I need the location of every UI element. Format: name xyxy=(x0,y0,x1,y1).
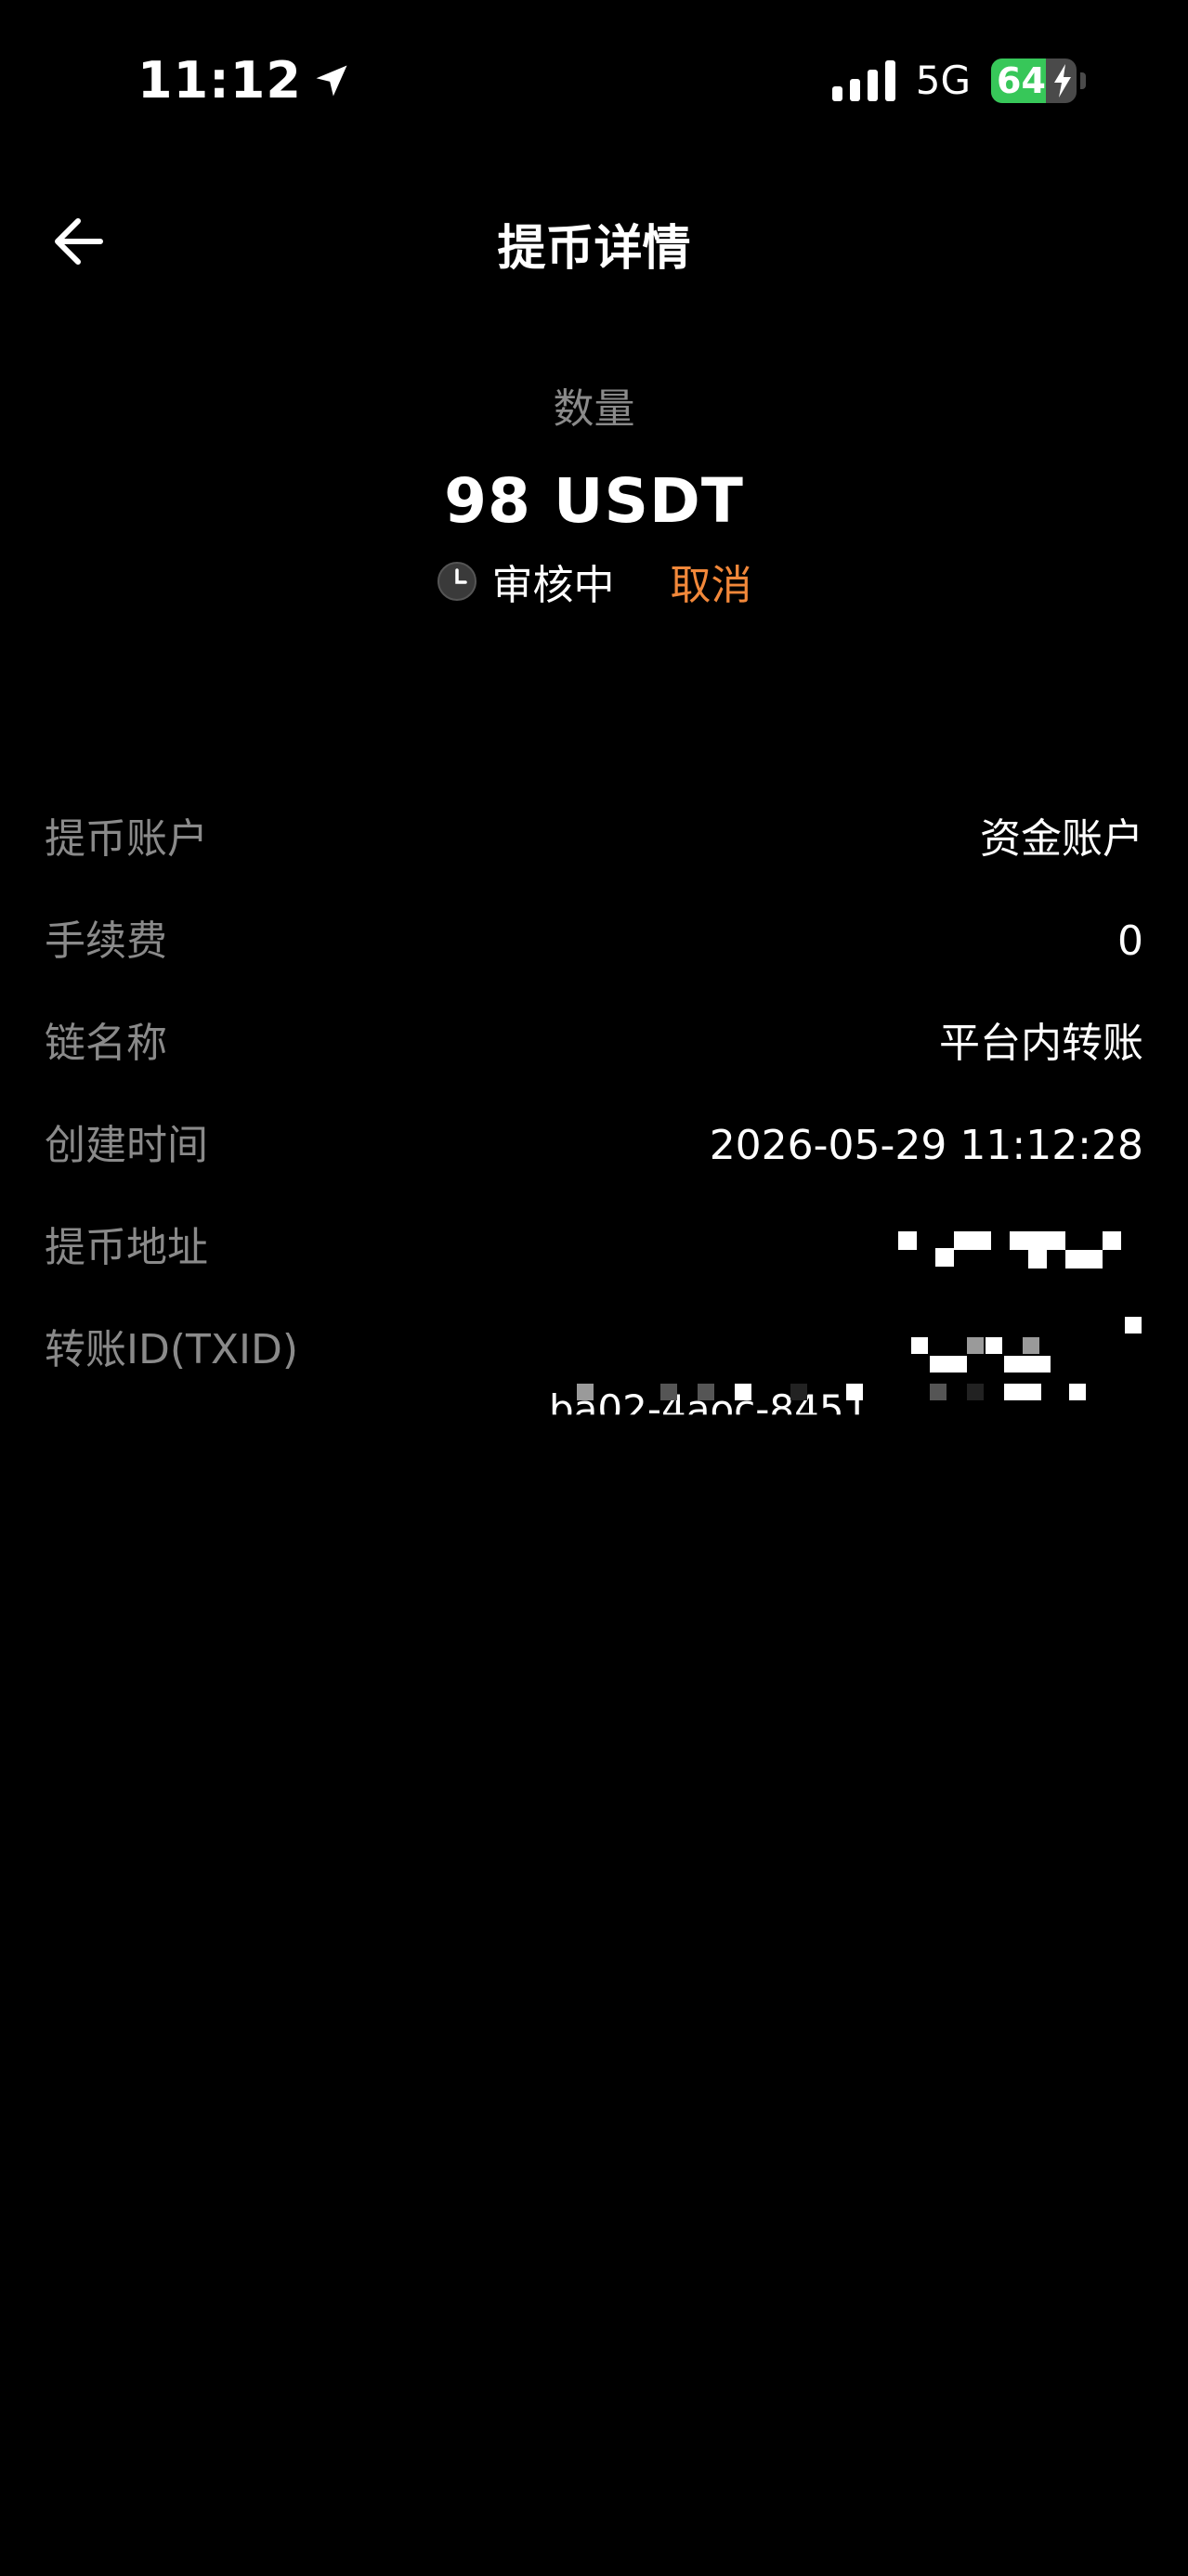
address-redacted-mosaic xyxy=(898,1226,1143,1272)
detail-value: 资金账户 xyxy=(980,815,1143,863)
page-title: 提币详情 xyxy=(497,221,691,277)
detail-value: 2026-05-29 11:12:28 xyxy=(709,1122,1143,1169)
battery-percent: 64 xyxy=(997,59,1046,101)
network-label: 5G xyxy=(915,58,971,103)
status-indicators: 5G 64 xyxy=(831,58,1086,103)
detail-value: 0 xyxy=(1117,917,1143,965)
amount-label: 数量 xyxy=(553,385,635,433)
detail-label: 链名称 xyxy=(45,1020,167,1067)
detail-row-txid: 转账ID(TXID) ba02-4aoc-8451 xyxy=(45,1309,1143,1439)
detail-row-account: 提币账户 资金账户 xyxy=(45,799,1143,901)
txid-redacted-value: ba02-4aoc-8451 xyxy=(549,1309,1143,1421)
detail-row-created-time: 创建时间 2026-05-29 11:12:28 xyxy=(45,1105,1143,1207)
detail-label: 手续费 xyxy=(45,917,167,965)
status-badge: 审核中 xyxy=(491,562,615,609)
status-row: 审核中 取消 xyxy=(0,549,1188,614)
amount-value: 98 USDT xyxy=(444,465,744,537)
charging-bolt-icon xyxy=(1054,63,1071,98)
location-arrow-icon xyxy=(316,65,347,96)
withdrawal-summary: 数量 98 USDT 审核中 取消 xyxy=(0,376,1188,614)
detail-label: 转账ID(TXID) xyxy=(45,1326,299,1373)
detail-row-chain: 链名称 平台内转账 xyxy=(45,1003,1143,1105)
clock-icon xyxy=(437,562,477,601)
detail-label: 创建时间 xyxy=(45,1122,208,1169)
status-bar: 11:12 5G 64 xyxy=(0,0,1188,158)
detail-row-address: 提币地址 xyxy=(45,1207,1143,1309)
detail-row-fee: 手续费 0 xyxy=(45,901,1143,1003)
cancel-button[interactable]: 取消 xyxy=(671,552,752,611)
status-time: 11:12 xyxy=(137,51,352,110)
detail-label: 提币地址 xyxy=(45,1224,208,1271)
detail-value: 平台内转账 xyxy=(939,1020,1143,1067)
time-text: 11:12 xyxy=(137,51,302,110)
battery-icon: 64 xyxy=(991,58,1077,103)
battery-cap xyxy=(1080,72,1086,89)
detail-list: 提币账户 资金账户 手续费 0 链名称 平台内转账 创建时间 2026-05-2… xyxy=(45,799,1143,1439)
nav-bar: 提币详情 xyxy=(0,186,1188,297)
cellular-signal-icon xyxy=(831,59,895,101)
detail-label: 提币账户 xyxy=(45,815,208,863)
